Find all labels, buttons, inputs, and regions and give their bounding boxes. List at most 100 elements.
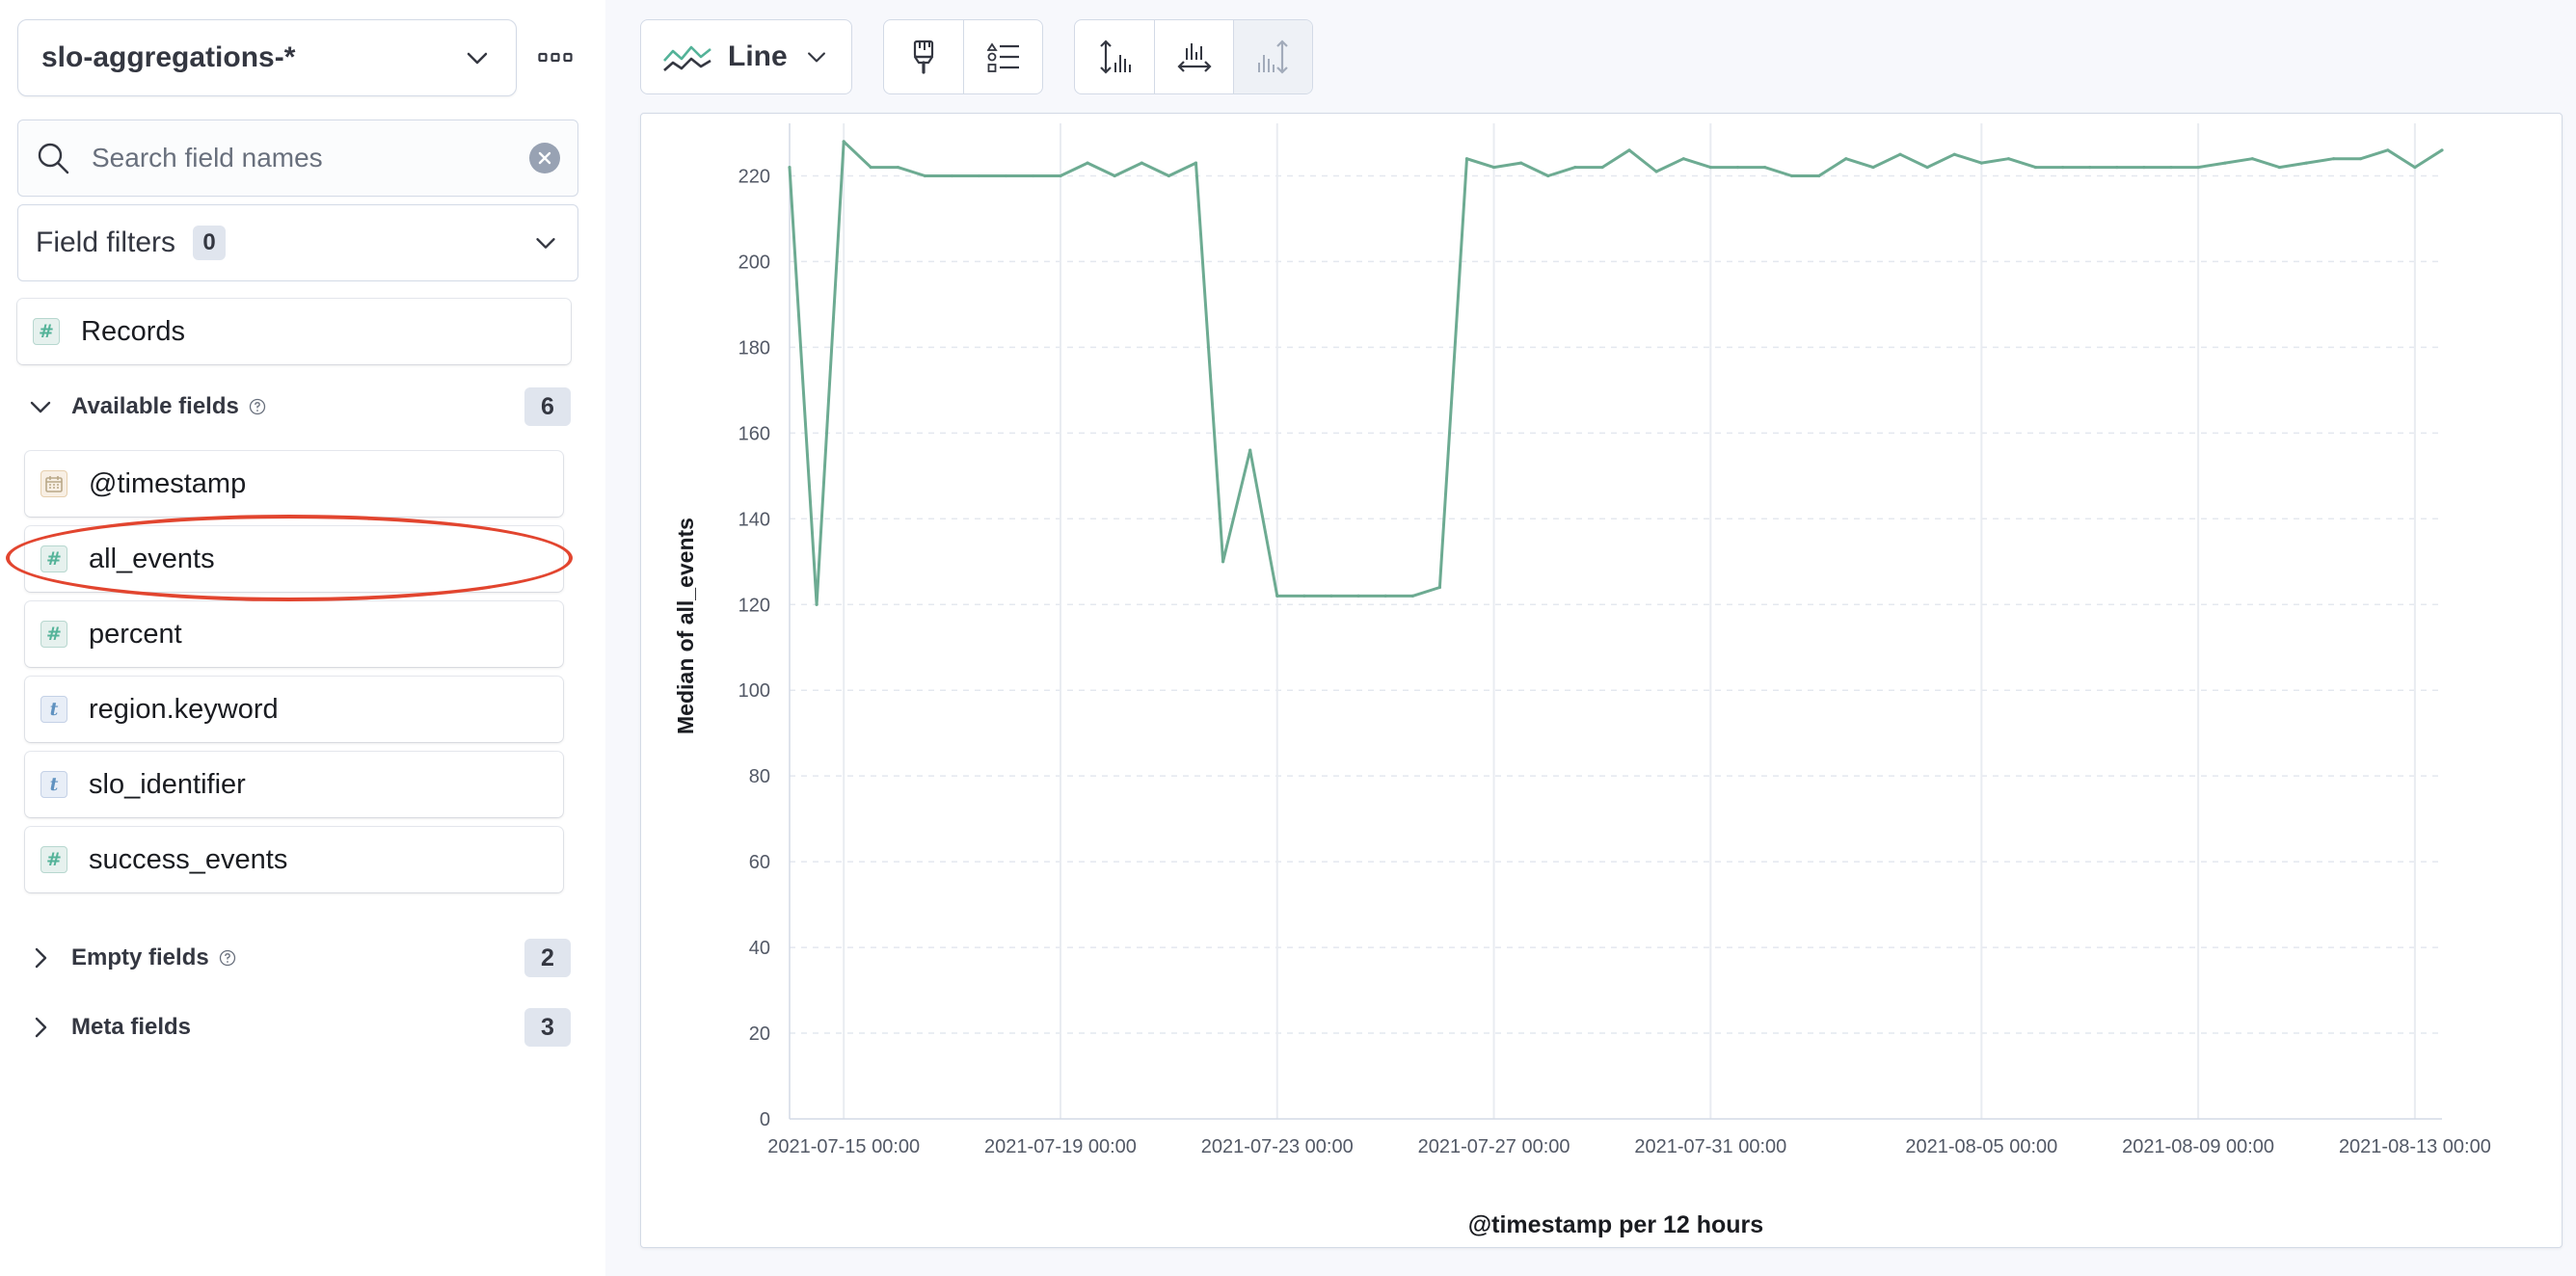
meta-fields-section[interactable]: Meta fields 3 [27,1008,571,1047]
data-point [788,165,792,170]
data-point [1871,165,1875,170]
field-filters-button[interactable]: Field filters 0 [17,204,578,281]
field-item-all-events[interactable]: # all_events [25,526,563,592]
data-point [1140,161,1143,165]
data-point [1573,165,1577,170]
y-tick-label: 160 [738,423,770,444]
data-point [1410,594,1414,598]
field-name: @timestamp [89,467,247,499]
records-label: Records [81,315,185,347]
legend-icon [986,42,1019,72]
field-filters-label: Field filters [36,226,176,258]
data-point [1329,594,1333,598]
chevron-down-icon [30,401,51,413]
x-tick-label: 2021-07-27 00:00 [1418,1136,1570,1157]
x-axis-title: @timestamp per 12 hours [1468,1211,1763,1238]
string-type-icon: t [40,696,67,723]
field-item-percent[interactable]: # percent [25,601,563,667]
data-point [1925,165,1929,170]
x-tick-label: 2021-08-05 00:00 [1905,1136,2057,1157]
field-name: slo_identifier [89,768,246,800]
available-fields-section[interactable]: Available fields 6 [27,387,571,426]
data-point [1302,594,1306,598]
bottom-axis-icon [1176,43,1212,72]
field-item-slo-identifier[interactable]: t slo_identifier [25,752,563,817]
number-type-icon: # [33,318,60,345]
available-fields-count: 6 [524,387,571,426]
y-tick-label: 120 [738,595,770,616]
chart-type-selector[interactable]: Line [640,19,852,94]
data-point [1627,148,1631,152]
data-point [1681,157,1685,161]
data-point [1952,152,1956,156]
clear-search-button[interactable] [529,143,560,173]
data-point [2033,165,2038,170]
y-axis-title: Median of all_events [673,518,698,734]
records-field[interactable]: # Records [17,299,571,364]
number-type-icon: # [40,846,67,873]
index-pattern-selector[interactable]: slo-aggregations-* [17,19,517,96]
left-axis-icon [1100,40,1131,74]
field-item-region-keyword[interactable]: t region.keyword [25,677,563,742]
field-item-timestamp[interactable]: @timestamp [25,451,563,517]
data-point [2142,165,2146,170]
field-item-success-events[interactable]: # success_events [25,827,563,892]
data-point [1464,157,1469,161]
chevron-right-icon [35,1017,47,1038]
data-point [2169,165,2173,170]
close-icon [538,151,551,165]
field-filters-count-badge: 0 [193,226,227,260]
data-point [1790,173,1794,178]
y-tick-label: 220 [738,166,770,187]
y-tick-label: 140 [738,509,770,530]
y-tick-label: 100 [738,680,770,702]
data-point [2332,157,2336,161]
search-field-names-input[interactable] [92,143,529,173]
data-point [2250,157,2254,161]
x-tick-label: 2021-07-15 00:00 [767,1136,920,1157]
data-point [1654,170,1658,173]
data-point [1275,594,1279,598]
right-axis-button[interactable] [1233,20,1312,93]
data-point [1167,173,1170,178]
data-point [2196,165,2200,170]
available-fields-title: Available fields [71,393,239,419]
legend-button[interactable] [963,20,1042,93]
data-point [2413,165,2417,170]
question-icon[interactable] [249,398,266,415]
data-point [815,602,818,606]
left-axis-button[interactable] [1075,20,1154,93]
chevron-right-icon [35,947,47,969]
calendar-icon [40,470,67,497]
more-options-button[interactable] [532,35,578,81]
data-point [1221,560,1225,564]
question-icon[interactable] [219,949,236,967]
data-point [1194,161,1198,165]
data-point [2304,161,2309,165]
y-tick-label: 40 [749,938,770,959]
series-line [788,140,2443,606]
data-point [1519,161,1523,165]
data-point [1059,173,1062,178]
line-chart[interactable]: 0 20 40 60 80 100 120 140 160 180 200 220 2021-07-15… [641,114,2563,1249]
chevron-down-icon [536,238,555,249]
axis-options-group [1074,19,1313,94]
data-point [1600,165,1604,170]
data-point [1708,165,1712,170]
data-point [2223,161,2227,165]
data-point [1817,173,1821,178]
data-point [896,165,899,170]
field-list-sidebar: slo-aggregations-* Field filters 0 # Rec… [0,0,605,1276]
data-point [1437,585,1441,590]
data-point [1032,173,1035,178]
appearance-button[interactable] [884,20,963,93]
bottom-axis-button[interactable] [1154,20,1233,93]
data-point [2115,165,2119,170]
index-pattern-label: slo-aggregations-* [41,41,296,73]
x-tick-label: 2021-08-09 00:00 [2122,1136,2274,1157]
empty-fields-section[interactable]: Empty fields 2 [27,939,571,977]
y-tick-label: 60 [749,852,770,873]
data-point [1735,165,1740,170]
data-point [2386,148,2390,152]
chevron-down-icon [467,52,488,65]
